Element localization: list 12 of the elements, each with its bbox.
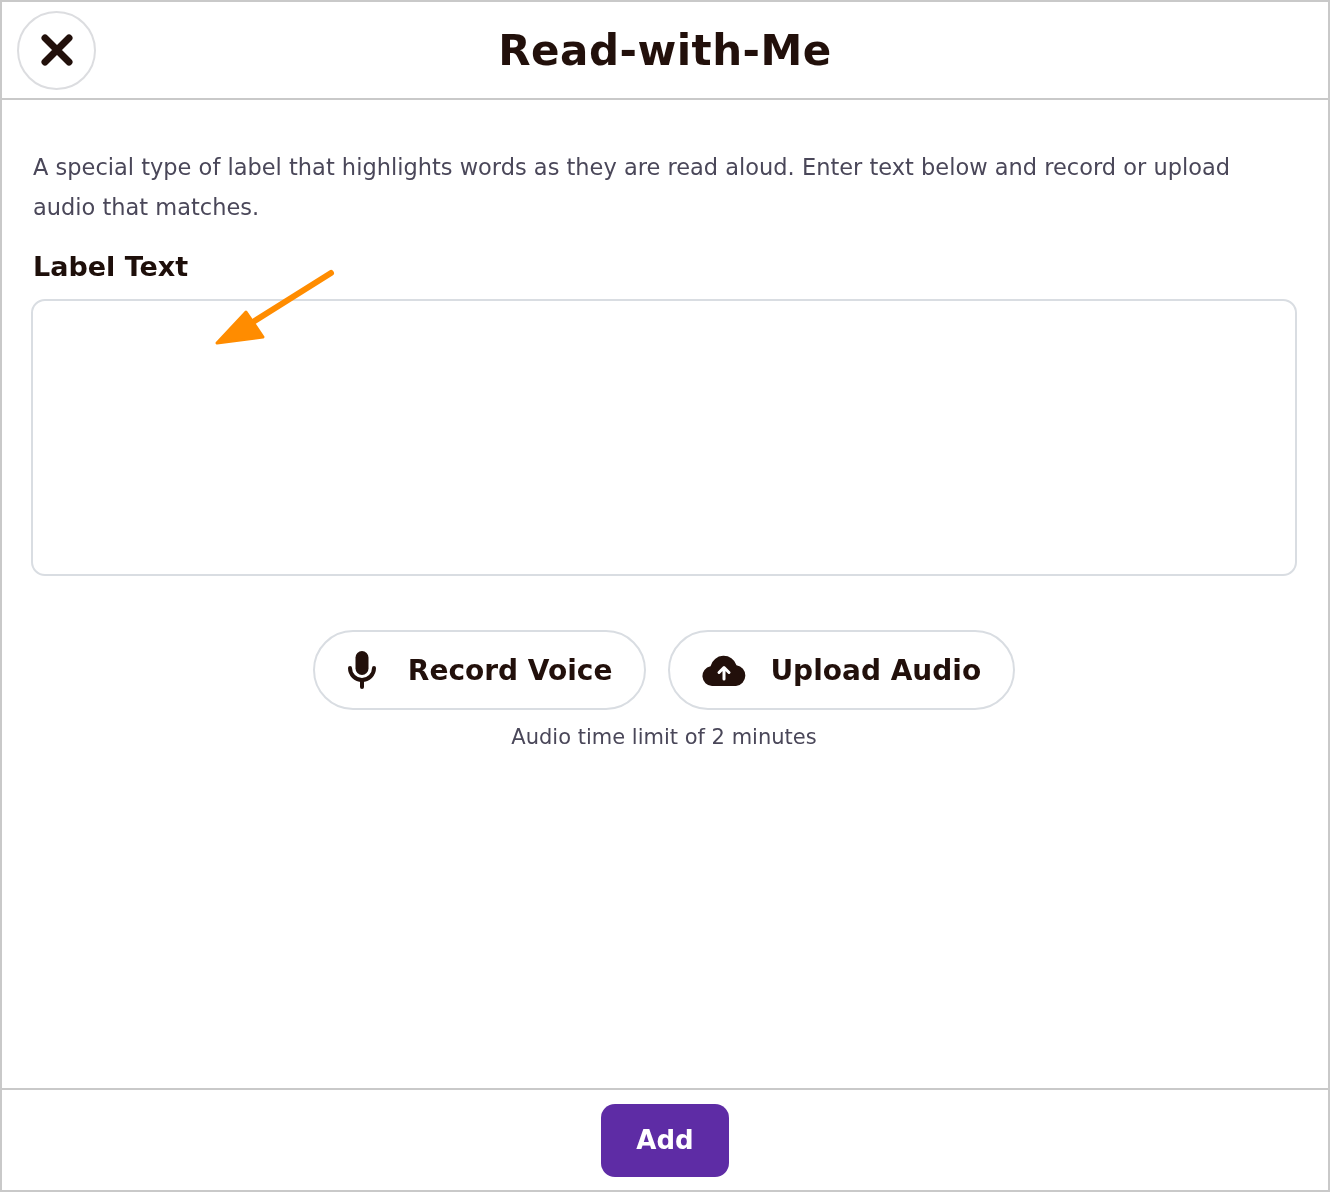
cloud-upload-icon: [702, 654, 747, 686]
description-text: A special type of label that highlights words as they are read aloud. Enter text below and record or upload audio that matches.: [33, 153, 1231, 222]
label-text-field[interactable]: [31, 299, 1297, 576]
record-voice-button[interactable]: Record Voice: [312, 630, 647, 710]
arrow-icon: [215, 270, 333, 346]
add-button[interactable]: Add: [601, 1103, 729, 1177]
dialog-title: Read-with-Me: [498, 25, 832, 75]
close-icon: [40, 34, 73, 66]
audio-limit-hint: Audio time limit of 2 minutes: [510, 724, 818, 751]
microphone-icon: [346, 651, 377, 689]
label-text-heading: Label Text: [33, 250, 190, 284]
upload-audio-button[interactable]: Upload Audio: [668, 630, 1016, 710]
